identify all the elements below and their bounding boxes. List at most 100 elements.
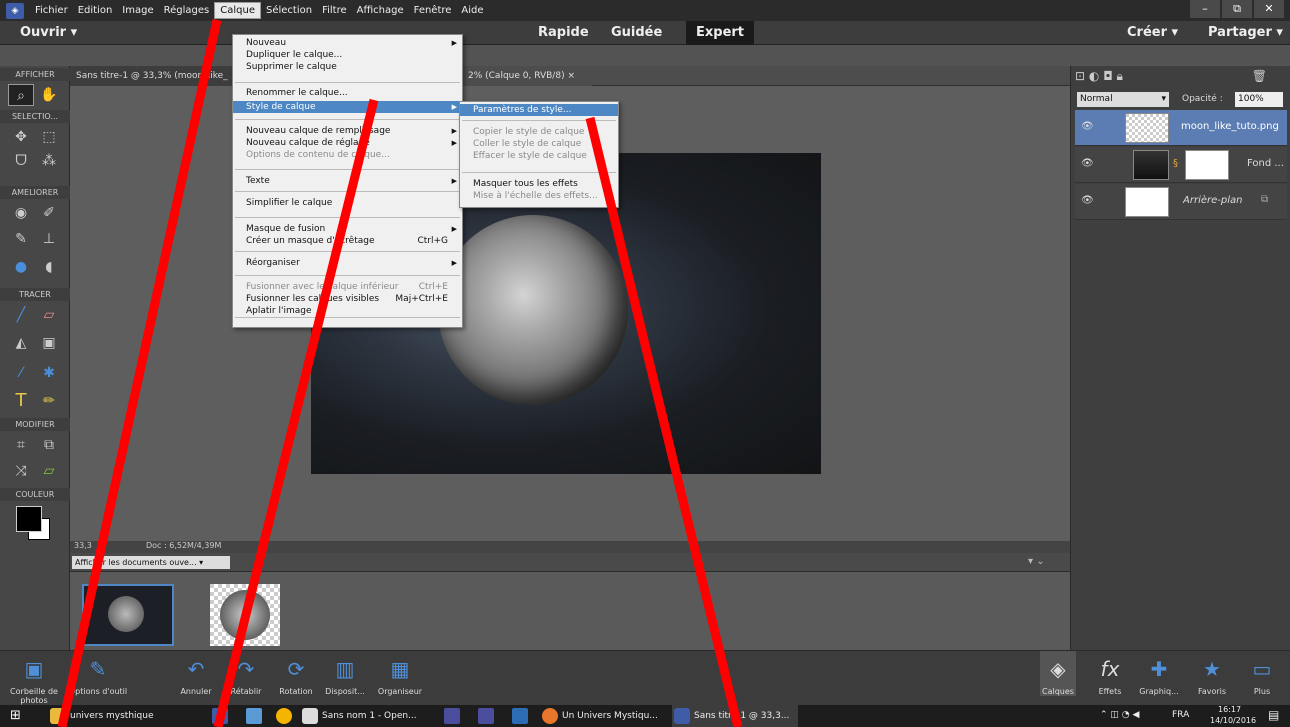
brush-tool-icon[interactable]: ╱ bbox=[8, 304, 34, 326]
bin-menu-icon[interactable]: ▾ ⌄ bbox=[1028, 556, 1045, 567]
layout-button[interactable]: ▥ Disposit... bbox=[322, 651, 368, 696]
effects-button[interactable]: fx Effets bbox=[1092, 651, 1128, 696]
new-layer-icon[interactable]: ⊡ bbox=[1075, 69, 1085, 83]
smart-brush-icon[interactable]: ✎ bbox=[8, 228, 34, 250]
recompose-tool-icon[interactable]: ⧉ bbox=[36, 434, 62, 456]
blur-tool-icon[interactable]: ● bbox=[8, 256, 34, 278]
close-button[interactable]: ✕ bbox=[1254, 0, 1284, 18]
explorer-taskbar-icon[interactable] bbox=[246, 708, 262, 724]
menu-item-nouveau-calque-de-remplissage[interactable]: Nouveau calque de remplissage ▶ bbox=[233, 125, 462, 137]
tab-document-1[interactable]: Sans titre-1 @ 33,3% (moon_like_ bbox=[70, 66, 240, 86]
graphics-button[interactable]: ✚ Graphiq... bbox=[1134, 651, 1184, 696]
create-button[interactable]: Créer ▾ bbox=[1127, 21, 1178, 45]
menu-aide[interactable]: Aide bbox=[456, 3, 488, 18]
move-tool-icon[interactable]: ✥ bbox=[8, 126, 34, 148]
eraser-tool-icon[interactable]: ▱ bbox=[36, 304, 62, 326]
menu-selection[interactable]: Sélection bbox=[261, 3, 317, 18]
tray-icons[interactable]: ⌃ ◫ ◔ ◀︎ bbox=[1100, 710, 1139, 720]
paint-bucket-icon[interactable]: ◭ bbox=[8, 332, 34, 354]
bin-thumbnail-2[interactable] bbox=[210, 584, 280, 646]
menu-item-creer-un-masque-d-ecretage[interactable]: Créer un masque d'écrêtage Ctrl+G bbox=[233, 235, 462, 247]
clock-time[interactable]: 16:17 bbox=[1218, 705, 1241, 714]
menu-item-reorganiser[interactable]: Réorganiser ▶ bbox=[233, 257, 462, 269]
app-taskbar-icon-2[interactable] bbox=[512, 708, 528, 724]
menu-item-dupliquer-le-calque[interactable]: Dupliquer le calque... bbox=[233, 49, 462, 61]
app-taskbar-icon[interactable] bbox=[212, 708, 228, 724]
marquee-tool-icon[interactable]: ⬚ bbox=[36, 126, 62, 148]
crop-tool-icon[interactable]: ⌗ bbox=[8, 434, 34, 456]
menu-item-renommer-le-calque[interactable]: Renommer le calque... bbox=[233, 87, 462, 99]
redo-button[interactable]: ↷ Rétablir bbox=[226, 651, 266, 696]
color-picker-icon[interactable]: ⁄ bbox=[8, 362, 34, 384]
visibility-eye-icon[interactable]: 👁︎ bbox=[1081, 121, 1094, 132]
restore-button[interactable]: ⧉ bbox=[1222, 0, 1252, 18]
show-documents-select[interactable]: Afficher les documents ouve... ▾ bbox=[72, 556, 230, 569]
lock-icon[interactable]: 🔒︎ bbox=[1117, 69, 1123, 83]
bin-thumbnail-1[interactable] bbox=[82, 584, 174, 646]
menu-edition[interactable]: Edition bbox=[73, 3, 118, 18]
menu-item-nouveau[interactable]: Nouveau ▶ bbox=[233, 37, 462, 49]
adjustment-icon[interactable]: ◐ bbox=[1089, 69, 1099, 83]
menu-fenetre[interactable]: Fenêtre bbox=[409, 3, 457, 18]
layer-row-arriere-plan[interactable]: 👁︎ Arrière-plan ⧉ bbox=[1075, 184, 1287, 220]
taskbar-item-3[interactable]: Un Univers Mystiqu... bbox=[540, 705, 658, 727]
pse-taskbar-icon-2[interactable] bbox=[444, 708, 460, 724]
menu-reglages[interactable]: Réglages bbox=[159, 3, 215, 18]
notification-icon[interactable]: ▤ bbox=[1268, 708, 1279, 722]
share-button[interactable]: Partager ▾ bbox=[1208, 21, 1283, 45]
blend-mode-select[interactable]: Normal ▾ bbox=[1077, 92, 1169, 107]
mode-rapide[interactable]: Rapide bbox=[538, 21, 589, 45]
clock-date[interactable]: 14/10/2016 bbox=[1210, 716, 1256, 725]
menu-calque[interactable]: Calque bbox=[214, 2, 261, 19]
tab-close-icon[interactable]: × bbox=[567, 71, 575, 81]
opacity-input[interactable]: 100% bbox=[1235, 92, 1283, 107]
menu-fichier[interactable]: Fichier bbox=[30, 3, 73, 18]
layer-row-fond[interactable]: 👁︎ § Fond ... bbox=[1075, 147, 1287, 183]
taskbar-item-1[interactable]: univers mysthique bbox=[48, 705, 154, 727]
magic-wand-icon[interactable]: ⁂ bbox=[36, 150, 62, 172]
submenu-item-masquer-tous-les-effets[interactable]: Masquer tous les effets bbox=[460, 178, 618, 190]
zoom-tool-icon[interactable]: ⌕ bbox=[8, 84, 34, 106]
open-button[interactable]: Ouvrir ▾ bbox=[20, 21, 77, 45]
menu-item-simplifier-le-calque[interactable]: Simplifier le calque bbox=[233, 197, 462, 209]
hand-tool-icon[interactable]: ✋ bbox=[36, 84, 62, 106]
visibility-eye-icon[interactable]: 👁︎ bbox=[1081, 195, 1094, 206]
clone-stamp-icon[interactable]: ⊥ bbox=[36, 228, 62, 250]
rotate-button[interactable]: ⟳ Rotation bbox=[276, 651, 316, 696]
tab-document-2[interactable]: 2% (Calque 0, RVB/8) × bbox=[462, 66, 592, 86]
red-eye-tool-icon[interactable]: ◉ bbox=[8, 202, 34, 224]
type-tool-icon[interactable]: T bbox=[8, 390, 34, 412]
spot-healing-icon[interactable]: ✐ bbox=[36, 202, 62, 224]
mode-guidee[interactable]: Guidée bbox=[611, 21, 662, 45]
menu-item-texte[interactable]: Texte ▶ bbox=[233, 175, 462, 187]
minimize-button[interactable]: – bbox=[1190, 0, 1220, 18]
layer-row-moon[interactable]: 👁︎ moon_like_tuto.png bbox=[1075, 110, 1287, 146]
custom-shape-icon[interactable]: ✱ bbox=[36, 362, 62, 384]
pse-taskbar-icon-3[interactable] bbox=[478, 708, 494, 724]
gradient-tool-icon[interactable]: ▣ bbox=[36, 332, 62, 354]
mode-expert[interactable]: Expert bbox=[686, 21, 755, 45]
menu-item-aplatir-l-image[interactable]: Aplatir l'image bbox=[233, 305, 462, 317]
menu-item-supprimer-le-calque[interactable]: Supprimer le calque bbox=[233, 61, 462, 73]
content-move-icon[interactable]: ⤨ bbox=[8, 460, 34, 482]
undo-button[interactable]: ↶ Annuler bbox=[176, 651, 216, 696]
pencil-tool-icon[interactable]: ✏ bbox=[36, 390, 62, 412]
menu-item-masque-de-fusion[interactable]: Masque de fusion ▶ bbox=[233, 223, 462, 235]
more-button[interactable]: ▭ Plus bbox=[1242, 651, 1282, 696]
taskbar-item-2[interactable]: Sans nom 1 - Open... bbox=[300, 705, 417, 727]
windows-start-icon[interactable]: ⊞ bbox=[10, 708, 21, 723]
menu-item-style-de-calque[interactable]: Style de calque ▶ bbox=[233, 101, 462, 113]
menu-item-nouveau-calque-de-reglage[interactable]: Nouveau calque de réglage ▶ bbox=[233, 137, 462, 149]
layers-button[interactable]: ◈ Calques bbox=[1040, 651, 1076, 696]
organizer-button[interactable]: ▦ Organiseur bbox=[372, 651, 428, 696]
submenu-item-parametres-de-style[interactable]: Paramètres de style... bbox=[460, 104, 618, 116]
menu-item-fusionner-les-calques-visibles[interactable]: Fusionner les calques visibles Maj+Ctrl+E bbox=[233, 293, 462, 305]
favorites-button[interactable]: ★ Favoris bbox=[1192, 651, 1232, 696]
tool-options-button[interactable]: ✎ Options d'outil bbox=[66, 651, 130, 696]
mask-icon[interactable]: ◘ bbox=[1103, 69, 1113, 83]
straighten-tool-icon[interactable]: ⏥ bbox=[36, 460, 62, 482]
taskbar-item-4[interactable]: Sans titre-1 @ 33,3... bbox=[672, 705, 798, 727]
menu-image[interactable]: Image bbox=[117, 3, 158, 18]
trash-icon[interactable]: 🗑︎ bbox=[1252, 69, 1267, 83]
chrome-taskbar-icon[interactable] bbox=[276, 708, 292, 724]
